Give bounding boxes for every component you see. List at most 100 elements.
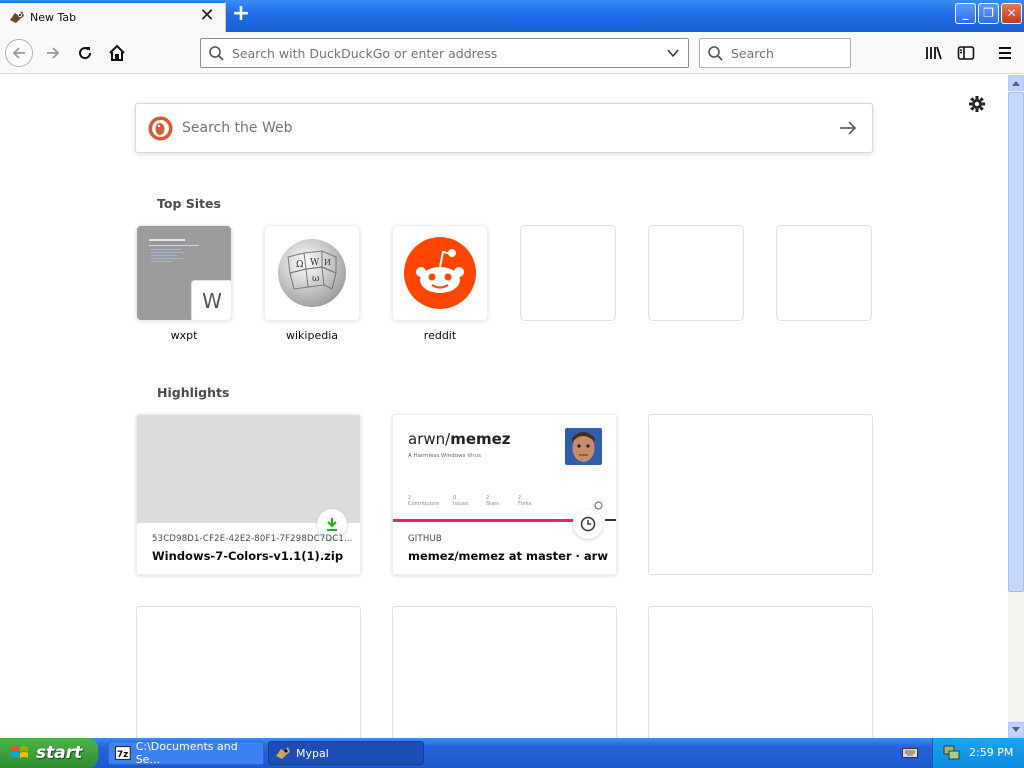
home-icon [109,44,125,61]
search-bar[interactable]: Search [699,38,851,68]
language-bar [605,519,616,521]
library-icon [926,46,942,60]
empty-tile [648,225,744,321]
highlight-card-github[interactable]: arwn/memez A Harmless Windows Virus 2 Con… [392,414,617,575]
minimize-button[interactable]: _ [955,3,976,24]
repo-title: memez [450,430,511,448]
arrow-right-icon[interactable] [838,119,858,137]
stat-label: Issues [453,501,469,507]
top-site-tile[interactable]: W [136,225,232,321]
chevron-up-icon [1012,81,1020,86]
tab-strip: New Tab ✕ + _ ❐ ✕ [0,0,1024,32]
avatar-image [565,428,602,465]
stat-label: Forks [518,501,532,507]
web-search-box[interactable]: Search the Web [135,103,873,153]
7zip-icon: 7z [115,746,131,760]
scroll-down-button[interactable] [1008,722,1024,738]
site-screenshot [145,234,215,274]
stat-label: Contributors [408,501,440,507]
card-preview [137,415,360,523]
top-site-empty [776,225,872,321]
scroll-up-button[interactable] [1008,75,1024,91]
top-site-tile[interactable] [392,225,488,321]
stat-label: Stars [486,501,499,507]
highlights-heading: Highlights [157,385,230,400]
highlight-card-empty [648,606,873,738]
scrollbar-thumb[interactable] [1008,92,1024,592]
highlight-card-empty [392,606,617,738]
svg-text:ω: ω [312,274,319,284]
forward-icon [47,47,60,59]
close-tab-icon[interactable]: ✕ [198,7,216,25]
keyboard-icon[interactable] [902,746,918,759]
repo-name: arwn/memez [408,430,511,448]
new-tab-button[interactable]: + [230,3,252,26]
top-site-tile[interactable]: Ω W И ω [264,225,360,321]
top-site-label: wxpt [170,329,198,342]
taskbar-item-label: Mypal [296,746,329,760]
github-icon [594,501,603,510]
mypal-favicon-icon [10,11,24,23]
forward-button[interactable] [39,39,67,67]
chevron-down-icon [1012,727,1020,732]
back-button[interactable] [5,39,33,67]
top-site-label: reddit [423,329,457,342]
web-search-placeholder: Search the Web [182,120,293,136]
gear-icon [969,96,985,112]
taskbar-item-mypal[interactable]: Mypal [268,741,424,765]
card-title: Windows-7-Colors-v1.1(1).zip [152,549,344,563]
top-site-label: wikipedia [285,329,338,342]
highlight-card-empty [648,414,873,575]
highlight-card-download[interactable]: 53CD98D1-CF2E-42E2-80F1-7F298DC7DC1... W… [136,414,361,575]
clock-icon [580,516,596,532]
maximize-button[interactable]: ❐ [978,3,999,24]
start-button[interactable]: start [0,738,98,768]
repo-description: A Harmless Windows Virus [408,453,482,459]
highlight-card-empty [136,606,361,738]
repo-owner: arwn/ [408,430,451,448]
top-sites-heading: Top Sites [157,196,221,211]
search-icon [708,46,723,61]
home-button[interactable] [103,39,131,67]
network-icon[interactable] [943,745,961,761]
svg-text:Ω: Ω [296,260,303,270]
menu-icon [999,47,1011,59]
customize-button[interactable] [966,93,988,115]
site-initial-badge: W [191,280,231,320]
mypal-icon [276,747,290,759]
taskbar-item-label: C:\Documents and Se... [135,740,238,766]
clock[interactable]: 2:59 PM [969,746,1013,759]
wikipedia-icon: Ω W И ω [278,239,346,307]
reddit-icon [404,237,476,309]
duckduckgo-icon [148,116,173,141]
tab-new-tab[interactable]: New Tab ✕ [0,1,226,32]
card-title: memez/memez at master · arw... [408,549,608,563]
close-window-button[interactable]: ✕ [1001,3,1022,24]
new-tab-page: Search the Web Top Sites W wxpt Ω W И ω … [0,75,1008,738]
repo-stat: 2 Contributors [408,495,439,507]
top-site-wikipedia[interactable]: Ω W И ω wikipedia [264,225,360,342]
vertical-scrollbar[interactable] [1008,75,1024,738]
top-site-wxpt[interactable]: W wxpt [136,225,232,342]
repo-stats: 2 Contributors 0 Issues 2 Stars 2 Forks [408,495,603,510]
card-context: 53CD98D1-CF2E-42E2-80F1-7F298DC7DC1... [152,534,352,544]
svg-text:7z: 7z [117,750,128,760]
back-icon [12,47,25,59]
reload-button[interactable] [71,39,99,67]
start-label: start [36,743,83,763]
windows-logo-icon [11,746,28,758]
language-bar [393,519,573,522]
search-bar-placeholder: Search [731,46,774,61]
reload-icon [79,47,92,60]
dropdown-icon[interactable] [666,46,680,60]
menu-button[interactable] [991,39,1019,67]
card-context: GITHUB [408,534,442,544]
top-site-reddit[interactable]: reddit [392,225,488,342]
taskbar-item-7zip[interactable]: 7z C:\Documents and Se... [108,740,264,766]
address-bar[interactable]: Search with DuckDuckGo or enter address [200,38,689,68]
search-icon [209,46,224,61]
address-bar-placeholder: Search with DuckDuckGo or enter address [232,46,498,61]
library-button[interactable] [920,39,948,67]
repo-stat: 2 Forks [518,495,531,507]
sidebar-button[interactable] [952,39,980,67]
